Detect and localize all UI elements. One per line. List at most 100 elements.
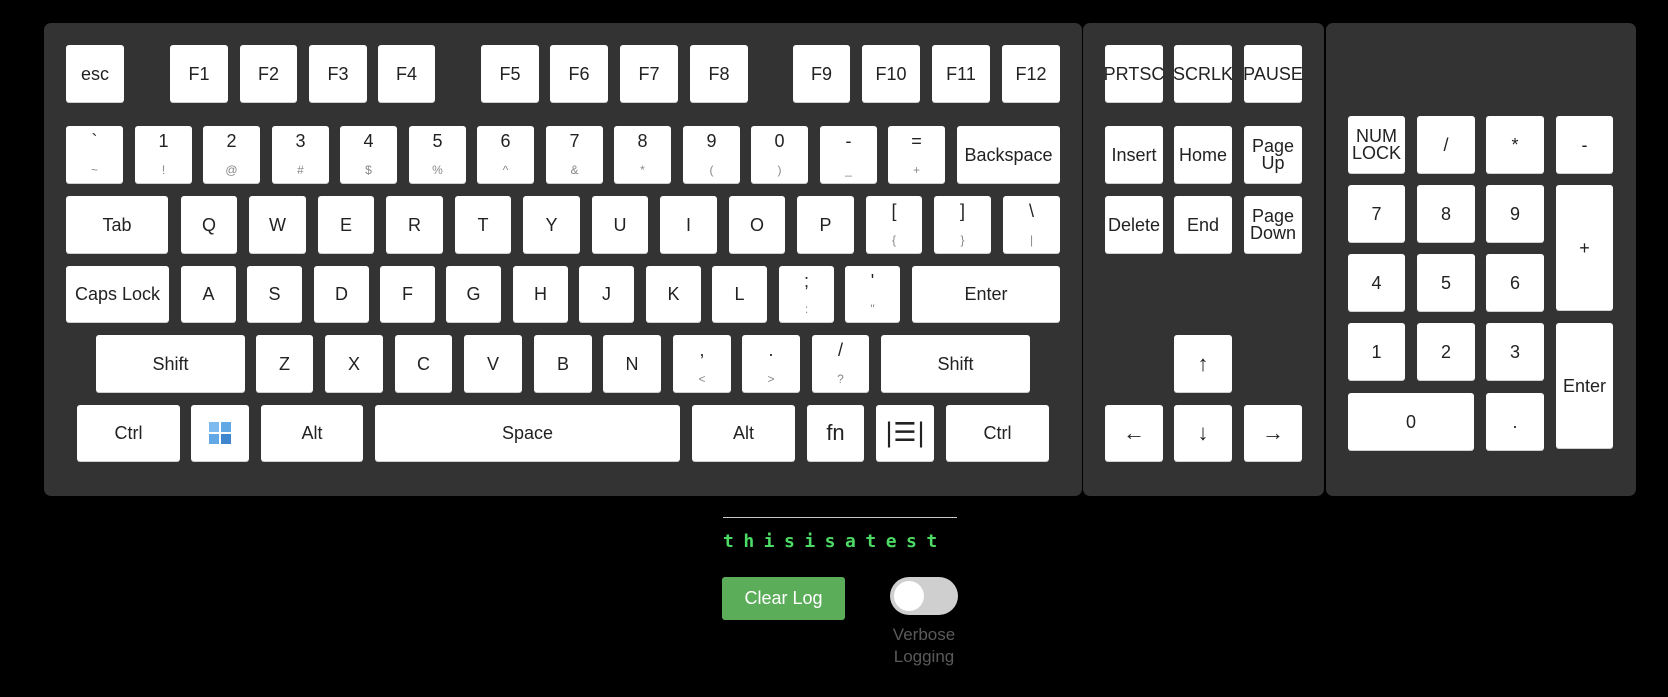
key-quote[interactable]: ' "	[845, 266, 900, 322]
key-windows[interactable]	[191, 405, 249, 461]
key-left-bracket[interactable]: [{	[866, 196, 922, 253]
key-backtick[interactable]: ` ~	[66, 126, 123, 183]
key-num-9[interactable]: 9	[1486, 185, 1544, 242]
key-q[interactable]: Q	[181, 196, 237, 253]
key-b[interactable]: B	[534, 335, 592, 392]
key-f1[interactable]: F1	[170, 45, 228, 102]
key-arrow-left[interactable]: ←	[1105, 405, 1163, 461]
key-alt-right[interactable]: Alt	[692, 405, 795, 461]
key-e[interactable]: E	[318, 196, 374, 253]
key-k[interactable]: K	[646, 266, 701, 322]
key-y[interactable]: Y	[523, 196, 580, 253]
key-j[interactable]: J	[579, 266, 634, 322]
key-o[interactable]: O	[729, 196, 785, 253]
key-num-multiply[interactable]: *	[1486, 116, 1544, 173]
key-num-decimal[interactable]: .	[1486, 393, 1544, 450]
key-page-up[interactable]: Page Up	[1244, 126, 1302, 183]
key-h[interactable]: H	[513, 266, 568, 322]
key-minus[interactable]: - _	[820, 126, 877, 183]
key-g[interactable]: G	[446, 266, 501, 322]
key-num-enter[interactable]: Enter	[1556, 323, 1613, 448]
key-f12[interactable]: F12	[1002, 45, 1060, 102]
key-delete[interactable]: Delete	[1105, 196, 1163, 253]
key-num-2[interactable]: 2	[1417, 323, 1475, 380]
key-equals[interactable]: = +	[888, 126, 945, 183]
key-s[interactable]: S	[247, 266, 302, 322]
key-f2[interactable]: F2	[240, 45, 297, 102]
key-f11[interactable]: F11	[932, 45, 990, 102]
key-shift-right[interactable]: Shift	[881, 335, 1030, 392]
key-num-1[interactable]: 1	[1348, 323, 1405, 380]
key-f9[interactable]: F9	[793, 45, 850, 102]
key-num-0[interactable]: 0	[1348, 393, 1474, 450]
key-num-5[interactable]: 5	[1417, 254, 1475, 311]
key-f3[interactable]: F3	[309, 45, 367, 102]
key-1[interactable]: 1!	[135, 126, 192, 183]
key-page-down[interactable]: Page Down	[1244, 196, 1302, 253]
key-t[interactable]: T	[455, 196, 511, 253]
key-backspace[interactable]: Backspace	[957, 126, 1060, 183]
key-f5[interactable]: F5	[481, 45, 539, 102]
clear-log-button[interactable]: Clear Log	[722, 577, 845, 620]
key-l[interactable]: L	[712, 266, 767, 322]
key-shift-left[interactable]: Shift	[96, 335, 245, 392]
key-backslash[interactable]: \ |	[1003, 196, 1060, 253]
key-4[interactable]: 4 $	[340, 126, 397, 183]
key-8[interactable]: 8 *	[614, 126, 671, 183]
key-x[interactable]: X	[325, 335, 383, 392]
key-num-4[interactable]: 4	[1348, 254, 1405, 311]
key-d[interactable]: D	[314, 266, 369, 322]
key-semicolon[interactable]: ;:	[779, 266, 834, 322]
key-pause[interactable]: PAUSE	[1243, 45, 1303, 102]
key-c[interactable]: C	[395, 335, 452, 392]
key-num-lock[interactable]: NUM LOCK	[1348, 116, 1405, 173]
key-num-add[interactable]: +	[1556, 185, 1613, 310]
key-f10[interactable]: F10	[862, 45, 920, 102]
key-6[interactable]: 6 ^	[477, 126, 534, 183]
key-num-subtract[interactable]: -	[1556, 116, 1613, 173]
key-0[interactable]: 0)	[751, 126, 808, 183]
key-arrow-right[interactable]: →	[1244, 405, 1302, 461]
key-esc[interactable]: esc	[66, 45, 124, 102]
key-ctrl-left[interactable]: Ctrl	[77, 405, 180, 461]
key-z[interactable]: Z	[256, 335, 313, 392]
key-f7[interactable]: F7	[620, 45, 678, 102]
key-num-divide[interactable]: /	[1417, 116, 1475, 173]
key-2[interactable]: 2 @	[203, 126, 260, 183]
key-prtsc[interactable]: PRTSC	[1104, 45, 1164, 102]
key-3[interactable]: 3 #	[272, 126, 329, 183]
verbose-logging-toggle[interactable]	[890, 577, 958, 615]
key-fn[interactable]: fn	[807, 405, 864, 461]
key-w[interactable]: W	[249, 196, 306, 253]
key-space[interactable]: Space	[375, 405, 680, 461]
key-tab[interactable]: Tab	[66, 196, 168, 253]
key-right-bracket[interactable]: ]}	[934, 196, 991, 253]
key-p[interactable]: P	[797, 196, 854, 253]
key-v[interactable]: V	[464, 335, 522, 392]
key-ctrl-right[interactable]: Ctrl	[946, 405, 1049, 461]
key-num-7[interactable]: 7	[1348, 185, 1405, 242]
key-f[interactable]: F	[380, 266, 435, 322]
key-alt-left[interactable]: Alt	[261, 405, 363, 461]
key-arrow-up[interactable]: ↑	[1174, 335, 1232, 392]
key-5[interactable]: 5%	[409, 126, 466, 183]
key-arrow-down[interactable]: ↓	[1174, 405, 1232, 461]
key-menu[interactable]: |☰|	[876, 405, 934, 461]
key-home[interactable]: Home	[1174, 126, 1232, 183]
key-f4[interactable]: F4	[378, 45, 435, 102]
key-num-8[interactable]: 8	[1417, 185, 1475, 242]
key-period[interactable]: . >	[742, 335, 800, 392]
key-caps-lock[interactable]: Caps Lock	[66, 266, 169, 322]
key-n[interactable]: N	[603, 335, 661, 392]
key-num-3[interactable]: 3	[1486, 323, 1544, 380]
key-r[interactable]: R	[386, 196, 443, 253]
key-enter[interactable]: Enter	[912, 266, 1060, 322]
key-slash[interactable]: /?	[812, 335, 869, 392]
key-9[interactable]: 9(	[683, 126, 740, 183]
key-insert[interactable]: Insert	[1105, 126, 1163, 183]
key-end[interactable]: End	[1174, 196, 1232, 253]
key-a[interactable]: A	[181, 266, 236, 322]
key-i[interactable]: I	[660, 196, 717, 253]
key-comma[interactable]: , <	[673, 335, 731, 392]
key-u[interactable]: U	[592, 196, 648, 253]
